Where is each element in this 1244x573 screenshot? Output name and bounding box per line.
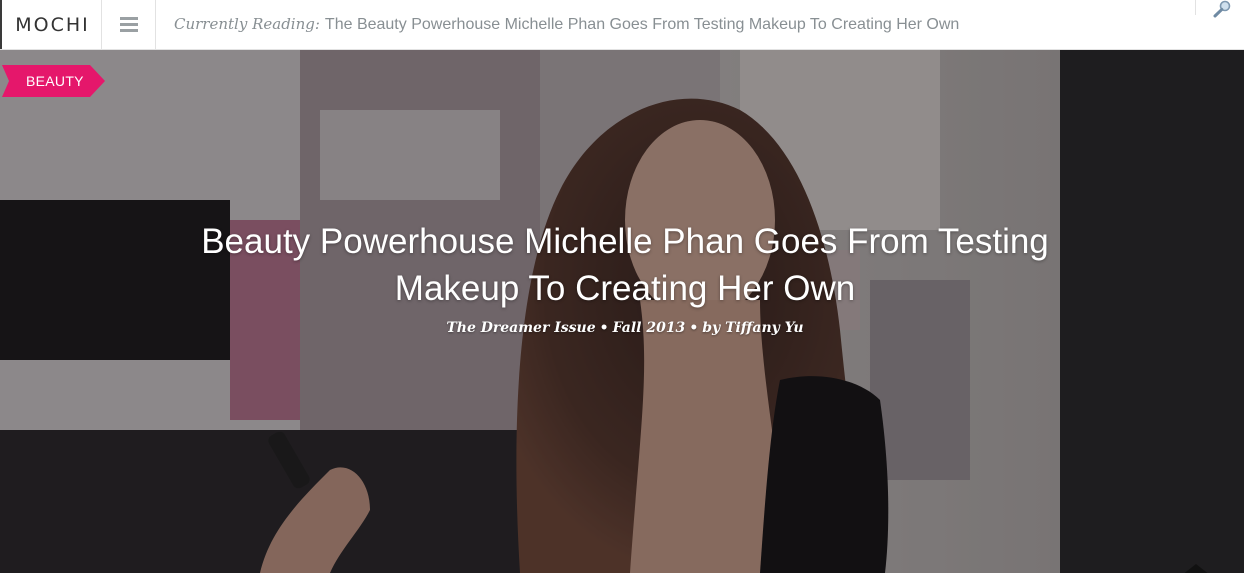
hamburger-menu-icon [119, 17, 138, 32]
search-button[interactable] [1210, 0, 1234, 20]
category-tag[interactable]: BEAUTY [2, 65, 105, 97]
issue-season: Fall 2013 [612, 320, 686, 336]
scroll-top-button[interactable] [1182, 562, 1210, 573]
search-divider [1195, 0, 1196, 15]
magnifier-icon [1213, 0, 1231, 18]
byline-separator: • [599, 320, 609, 336]
top-navigation-bar: MOCHI Currently Reading: The Beauty Power… [0, 0, 1244, 50]
up-arrow-icon [1184, 564, 1208, 573]
currently-reading-label: Currently Reading: [174, 15, 320, 33]
article-headline[interactable]: Beauty Powerhouse Michelle Phan Goes Fro… [200, 218, 1050, 312]
byline-separator: • [689, 320, 699, 336]
category-label: BEAUTY [26, 73, 84, 89]
author-name[interactable]: by Tiffany Yu [702, 320, 803, 336]
issue-name[interactable]: The Dreamer Issue [446, 320, 595, 336]
currently-reading[interactable]: Currently Reading: The Beauty Powerhouse … [174, 15, 959, 34]
menu-button[interactable] [102, 0, 156, 49]
currently-reading-title: The Beauty Powerhouse Michelle Phan Goes… [324, 16, 960, 33]
site-logo[interactable]: MOCHI [0, 0, 102, 49]
article-byline: The Dreamer Issue • Fall 2013 • by Tiffany Y… [200, 320, 1050, 336]
hero-feature[interactable]: BEAUTY Beauty Powerhouse Michelle Phan G… [0, 50, 1244, 573]
